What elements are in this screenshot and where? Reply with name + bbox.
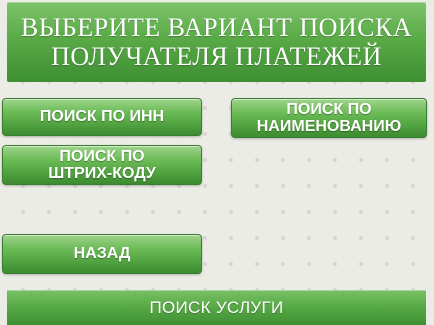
back-button-label: НАЗАД xyxy=(73,245,131,262)
back-button[interactable]: НАЗАД xyxy=(2,234,202,274)
search-service-button[interactable]: ПОИСК УСЛУГИ xyxy=(7,290,426,325)
search-by-name-button[interactable]: ПОИСК ПО НАИМЕНОВАНИЮ xyxy=(231,98,427,138)
search-by-barcode-label-line-1: ПОИСК ПО xyxy=(59,148,145,165)
search-by-barcode-button[interactable]: ПОИСК ПО ШТРИХ-КОДУ xyxy=(2,145,202,185)
title-line-2: ПОЛУЧАТЕЛЯ ПЛАТЕЖЕЙ xyxy=(51,42,382,71)
screen-title: ВЫБЕРИТЕ ВАРИАНТ ПОИСКА ПОЛУЧАТЕЛЯ ПЛАТЕ… xyxy=(7,2,426,82)
search-by-inn-label: ПОИСК ПО ИНН xyxy=(39,108,165,125)
search-by-name-label-line-2: НАИМЕНОВАНИЮ xyxy=(256,118,402,135)
search-service-label: ПОИСК УСЛУГИ xyxy=(149,297,284,317)
title-line-1: ВЫБЕРИТЕ ВАРИАНТ ПОИСКА xyxy=(20,13,413,42)
search-by-name-label-line-1: ПОИСК ПО xyxy=(286,101,372,118)
search-by-barcode-label-line-2: ШТРИХ-КОДУ xyxy=(48,165,156,182)
search-by-inn-button[interactable]: ПОИСК ПО ИНН xyxy=(2,98,202,136)
